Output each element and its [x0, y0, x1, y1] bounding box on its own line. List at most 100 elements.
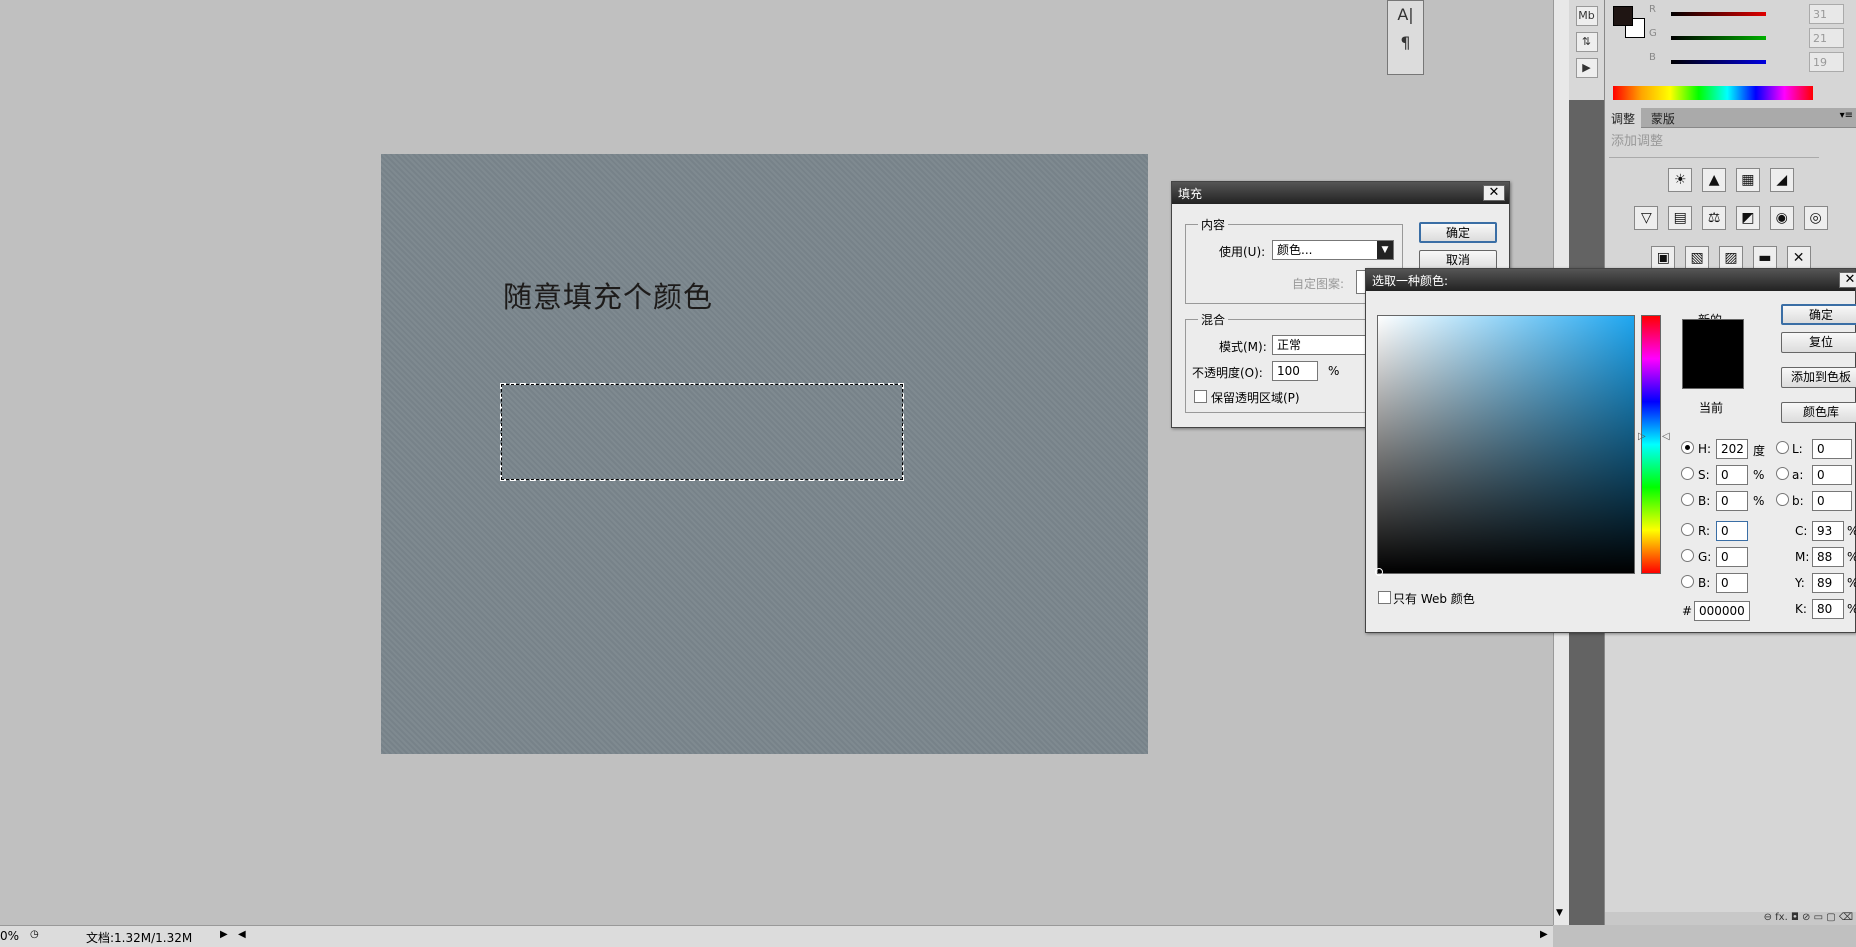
- levels-icon[interactable]: ▲: [1702, 168, 1727, 192]
- red-field[interactable]: 0: [1716, 521, 1748, 541]
- red-label: R:: [1698, 524, 1711, 538]
- slider-track[interactable]: [1671, 60, 1766, 64]
- status-menu-arrow-icon[interactable]: ▶: [220, 929, 228, 940]
- lab-l-radio[interactable]: [1776, 441, 1789, 454]
- lab-l-label: L:: [1792, 442, 1803, 456]
- actions-icon[interactable]: ▶: [1575, 58, 1598, 78]
- hex-label: #: [1682, 604, 1693, 618]
- slider-label: R: [1649, 4, 1656, 15]
- ok-button[interactable]: 确定: [1781, 304, 1856, 325]
- document-canvas[interactable]: 随意填充个颜色: [381, 154, 1148, 754]
- reset-button[interactable]: 复位: [1781, 332, 1856, 353]
- use-select[interactable]: 颜色... ▼: [1272, 240, 1394, 260]
- current-color-label: 当前: [1699, 401, 1724, 415]
- status-info-icon[interactable]: ◷: [30, 929, 39, 940]
- color-picker-titlebar[interactable]: 选取一种颜色: ✕: [1366, 269, 1856, 291]
- hue-slider-right-arrow-icon[interactable]: ◁: [1662, 431, 1670, 442]
- character-icon[interactable]: A|: [1388, 1, 1423, 29]
- hex-field[interactable]: 000000: [1694, 601, 1750, 621]
- saturation-label: S:: [1698, 468, 1710, 482]
- preserve-transparency-label: 保留透明区域(P): [1211, 391, 1300, 405]
- color-field[interactable]: [1375, 315, 1635, 576]
- close-icon[interactable]: ✕: [1839, 272, 1856, 288]
- scroll-down-icon[interactable]: ▼: [1556, 908, 1563, 918]
- black-unit: %: [1847, 602, 1856, 616]
- tab-masks[interactable]: 蒙版: [1645, 108, 1681, 129]
- green-field[interactable]: 0: [1716, 547, 1748, 567]
- photo-filter-icon[interactable]: ◉: [1769, 206, 1794, 230]
- green-radio[interactable]: [1681, 549, 1694, 562]
- tab-adjustments[interactable]: 调整: [1605, 108, 1642, 129]
- lab-a-radio[interactable]: [1776, 467, 1789, 480]
- opacity-label: 不透明度(O):: [1192, 366, 1263, 380]
- paragraph-icon[interactable]: ¶: [1388, 29, 1423, 57]
- mini-bridge-icon[interactable]: Mb: [1575, 6, 1598, 26]
- close-icon[interactable]: ✕: [1483, 185, 1505, 201]
- slider-track[interactable]: [1671, 12, 1766, 16]
- lab-b-radio[interactable]: [1776, 493, 1789, 506]
- color-field-cursor[interactable]: [1375, 568, 1383, 576]
- scroll-right-icon[interactable]: ▶: [1540, 929, 1548, 940]
- panel-icon-strip: Mb ⇅ ▶: [1569, 0, 1604, 100]
- saturation-field[interactable]: 0: [1716, 465, 1748, 485]
- selection-marquee[interactable]: [500, 383, 904, 481]
- slider-track[interactable]: [1671, 36, 1766, 40]
- blue-radio[interactable]: [1681, 575, 1694, 588]
- slider-value[interactable]: 21: [1809, 28, 1844, 48]
- color-libraries-button[interactable]: 颜色库: [1781, 402, 1856, 423]
- hue-radio[interactable]: [1681, 441, 1694, 454]
- fill-dialog-titlebar[interactable]: 填充 ✕: [1172, 182, 1509, 204]
- red-slider[interactable]: R 31: [1649, 4, 1849, 28]
- saturation-radio[interactable]: [1681, 467, 1694, 480]
- red-radio[interactable]: [1681, 523, 1694, 536]
- brightness-radio[interactable]: [1681, 493, 1694, 506]
- gradient-map-icon[interactable]: ▬: [1752, 246, 1777, 270]
- yellow-field[interactable]: 89: [1812, 573, 1844, 593]
- hue-saturation-icon[interactable]: ▤: [1668, 206, 1693, 230]
- history-icon[interactable]: ⇅: [1575, 32, 1598, 52]
- canvas-text-layer[interactable]: 随意填充个颜色: [503, 274, 713, 316]
- add-to-swatches-button[interactable]: 添加到色板: [1781, 367, 1856, 388]
- selective-color-icon[interactable]: ✕: [1786, 246, 1811, 270]
- lab-l-field[interactable]: 0: [1812, 439, 1852, 459]
- curves-icon[interactable]: ▦: [1735, 168, 1760, 192]
- adjustment-icons-row-2: ▽ ▤ ⚖ ◩ ◉ ◎: [1605, 206, 1856, 230]
- hue-slider-left-arrow-icon[interactable]: ▷: [1638, 431, 1646, 442]
- lab-b-field[interactable]: 0: [1812, 491, 1852, 511]
- color-spectrum-bar[interactable]: [1613, 86, 1813, 100]
- slider-value[interactable]: 31: [1809, 4, 1844, 24]
- blue-slider[interactable]: B 19: [1649, 52, 1849, 76]
- brightness-unit: %: [1753, 494, 1765, 508]
- channel-mixer-icon[interactable]: ◎: [1803, 206, 1828, 230]
- preserve-transparency-checkbox[interactable]: [1194, 390, 1207, 403]
- layers-panel-footer[interactable]: ⊖ fx. ◘ ⊘ ▭ ▢ ⌫: [1605, 912, 1856, 925]
- foreground-color-swatch[interactable]: [1613, 6, 1633, 26]
- custom-pattern-label: 自定图案:: [1292, 277, 1345, 291]
- web-colors-only-checkbox[interactable]: [1378, 591, 1391, 604]
- slider-value[interactable]: 19: [1809, 52, 1844, 72]
- yellow-label: Y:: [1795, 576, 1805, 590]
- exposure-icon[interactable]: ◢: [1769, 168, 1794, 192]
- threshold-icon[interactable]: ▨: [1719, 246, 1743, 270]
- opacity-field[interactable]: 100: [1272, 361, 1318, 381]
- color-balance-icon[interactable]: ⚖: [1702, 206, 1727, 230]
- black-white-icon[interactable]: ◩: [1735, 206, 1760, 230]
- hue-slider[interactable]: [1641, 315, 1661, 574]
- cyan-field[interactable]: 93: [1812, 521, 1844, 541]
- hue-field[interactable]: 202: [1716, 439, 1748, 459]
- vibrance-icon[interactable]: ▽: [1634, 206, 1659, 230]
- magenta-field[interactable]: 88: [1812, 547, 1844, 567]
- lab-a-field[interactable]: 0: [1812, 465, 1852, 485]
- invert-icon[interactable]: ▣: [1651, 246, 1676, 270]
- green-slider[interactable]: G 21: [1649, 28, 1849, 52]
- blue-field[interactable]: 0: [1716, 573, 1748, 593]
- posterize-icon[interactable]: ▧: [1685, 246, 1710, 270]
- panel-menu-icon[interactable]: ▾≡: [1840, 110, 1853, 121]
- zoom-level[interactable]: 0%: [0, 929, 19, 943]
- brightness-field[interactable]: 0: [1716, 491, 1748, 511]
- scroll-left-icon[interactable]: ◀: [238, 929, 246, 940]
- brightness-contrast-icon[interactable]: ☀: [1668, 168, 1693, 192]
- black-field[interactable]: 80: [1812, 599, 1844, 619]
- chevron-down-icon[interactable]: ▼: [1377, 241, 1393, 259]
- ok-button[interactable]: 确定: [1419, 222, 1497, 243]
